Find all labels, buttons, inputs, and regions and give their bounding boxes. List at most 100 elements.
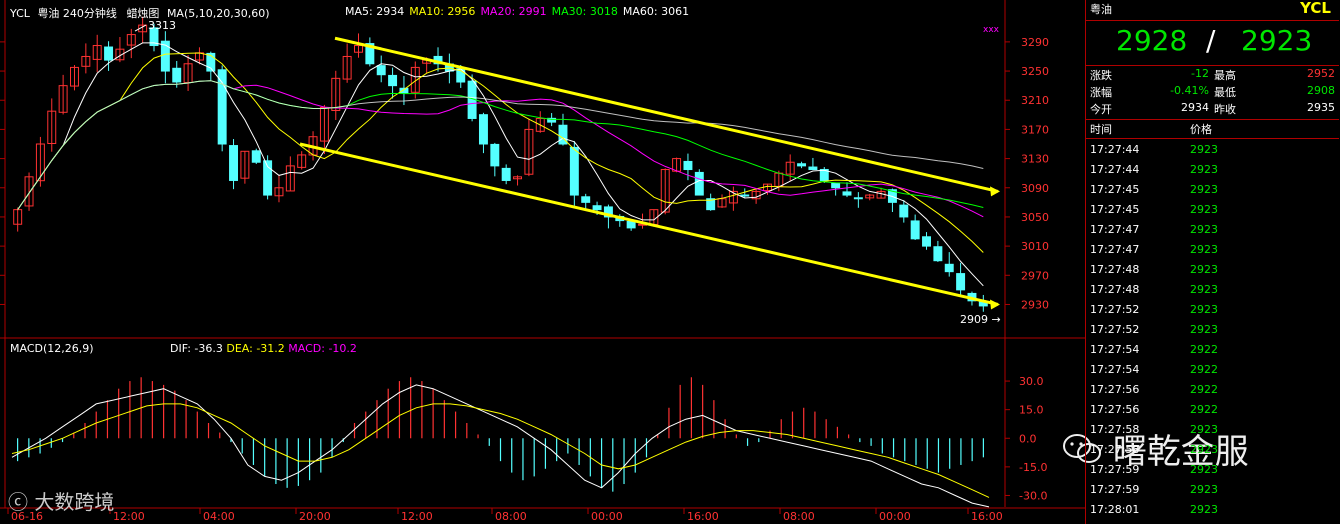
macd-value: MACD: -10.2 [288,342,357,355]
high-marker-line [134,24,147,32]
channel-lower-arrow [990,299,1000,310]
time-tick-label: 08:00 [495,510,527,523]
chart-svg[interactable]: 3290 3250 3210 3170 3130 3090 3050 3010 2970 2930… [0,0,1085,524]
stat-value: 2935 [1307,101,1335,114]
ma-legend-item: MA60: 3061 [622,5,690,18]
candle-body [569,146,579,196]
tick-price: 2923 [1190,423,1218,436]
tick-time: 17:27:45 [1090,183,1140,196]
chart-style-label[interactable]: 蜡烛图 [126,7,159,20]
chart-header: YCL 粤油 240分钟线 蜡烛图 MA(5,10,20,30,60) [10,5,270,21]
time-tick-label: 16:00 [971,510,1003,523]
tick-price: 2923 [1190,183,1218,196]
stat-value: 2934 [1181,101,1209,114]
macd-values: DIF: -36.3 DEA: -31.2 MACD: -10.2 [170,342,357,355]
tick-time: 17:27:47 [1090,223,1140,236]
ma-legend-item: MA5: 2934 [345,5,405,18]
tick-row: 17:27:44 2923 [1086,160,1339,180]
stat-label: 最低 [1214,86,1236,99]
tick-row: 17:28:01 2923 [1086,500,1339,520]
tick-time: 17:27:52 [1090,323,1140,336]
candle-body [842,191,852,196]
candle-body [922,236,931,247]
tick-time: 17:27:44 [1090,163,1140,176]
ma-legend-item: MA30: 3018 [551,5,618,18]
price-tick-label: 3010 [1021,240,1049,253]
tick-price: 2923 [1190,203,1218,216]
candle-body [490,143,500,167]
tick-price: 2922 [1190,403,1218,416]
candle-body [853,197,863,200]
candle-body [592,205,602,211]
candle-body [626,220,636,229]
ticks-list[interactable]: 17:27:44 2923 17:27:44 2923 17:27:45 2923 17:2… [1086,140,1339,524]
ma-params-label[interactable]: MA(5,10,20,30,60) [167,7,270,20]
high-marker-label: 3313 [148,19,176,32]
candle-body [831,182,841,189]
tick-row: 17:27:54 2922 [1086,360,1339,380]
tick-row: 17:27:47 2923 [1086,220,1339,240]
stat-value: 2908 [1307,84,1335,97]
price-tick-label: 3050 [1021,211,1049,224]
tick-time: 17:27:48 [1090,263,1140,276]
time-tick-label: 00:00 [879,510,911,523]
ma-legend: MA5: 2934 MA10: 2956 MA20: 2991 MA30: 3018 M… [345,5,694,18]
panel-title-row: 粤油 YCL [1086,0,1339,18]
stat-value: 2952 [1307,67,1335,80]
panel-name: 粤油 [1090,3,1112,16]
watermark-left: ⓒ 大数跨境 [8,486,114,515]
channel-upper-arrow [990,186,1000,197]
macd-name: MACD(12,26,9) [10,342,94,355]
time-tick-label: 16:00 [687,510,719,523]
stats-table: 涨跌 -12 最高 2952 涨幅 -0.41% 最低 2908 今开 2934 昨收 2935 [1086,65,1339,120]
bid-ask-row: 2928 / 2923 [1086,20,1339,66]
stat-value: -0.41% [1170,84,1209,97]
tick-price: 2923 [1190,223,1218,236]
watermark-left-text: 大数跨境 [34,490,115,514]
low-marker-label: 2909 → [960,313,1001,326]
tick-row: 17:27:45 2923 [1086,200,1339,220]
ma-legend-item: MA20: 2991 [480,5,547,18]
stats-row: 涨幅 -0.41% 最低 2908 [1086,84,1339,100]
time-tick-label: 00:00 [591,510,623,523]
tick-time: 17:27:44 [1090,143,1140,156]
stat-label: 今开 [1090,103,1112,116]
tick-time: 17:27:52 [1090,303,1140,316]
price-tick-label: 3290 [1021,36,1049,49]
candle-body [797,163,807,167]
price-tick-label: 3250 [1021,65,1049,78]
tick-price: 2923 [1190,303,1218,316]
tick-price: 2923 [1190,323,1218,336]
candle-body [694,171,704,196]
tick-row: 17:27:48 2923 [1086,260,1339,280]
tick-time: 17:27:56 [1090,403,1140,416]
candle-body [217,69,227,145]
tick-price: 2923 [1190,283,1218,296]
time-tick-label: 12:00 [401,510,433,523]
tick-price: 2923 [1190,143,1218,156]
price-tick-label: 3090 [1021,182,1049,195]
candle-body [251,150,261,163]
candle-body [501,167,511,181]
candle-body [388,74,398,87]
chart-area[interactable]: 3290 3250 3210 3170 3130 3090 3050 3010 2970 2930… [0,0,1085,524]
macd-tick-label: 30.0 [1019,375,1044,388]
candle-body [944,263,954,273]
candle-body [104,46,114,61]
tick-time: 17:27:56 [1090,383,1140,396]
macd-tick-label: -15.0 [1019,461,1047,474]
tick-time: 17:27:45 [1090,203,1140,216]
candle-body [683,160,693,171]
tick-time: 17:27:58 [1090,423,1140,436]
candle-body [910,220,920,240]
tick-time: 17:27:47 [1090,243,1140,256]
quote-panel: 粤油 YCL 2928 / 2923 涨跌 -12 最高 2952 涨幅 -0.41% 最低… [1085,0,1340,524]
tick-time: 17:27:54 [1090,343,1140,356]
macd-header: MACD(12,26,9) [10,342,94,355]
candle-body [376,65,386,76]
tick-price: 2922 [1190,343,1218,356]
candle-body [478,114,488,145]
macd-tick-label: 15.0 [1019,404,1044,417]
ticks-header: 时间 价格 [1086,120,1339,139]
price-tick-label: 2930 [1021,298,1049,311]
